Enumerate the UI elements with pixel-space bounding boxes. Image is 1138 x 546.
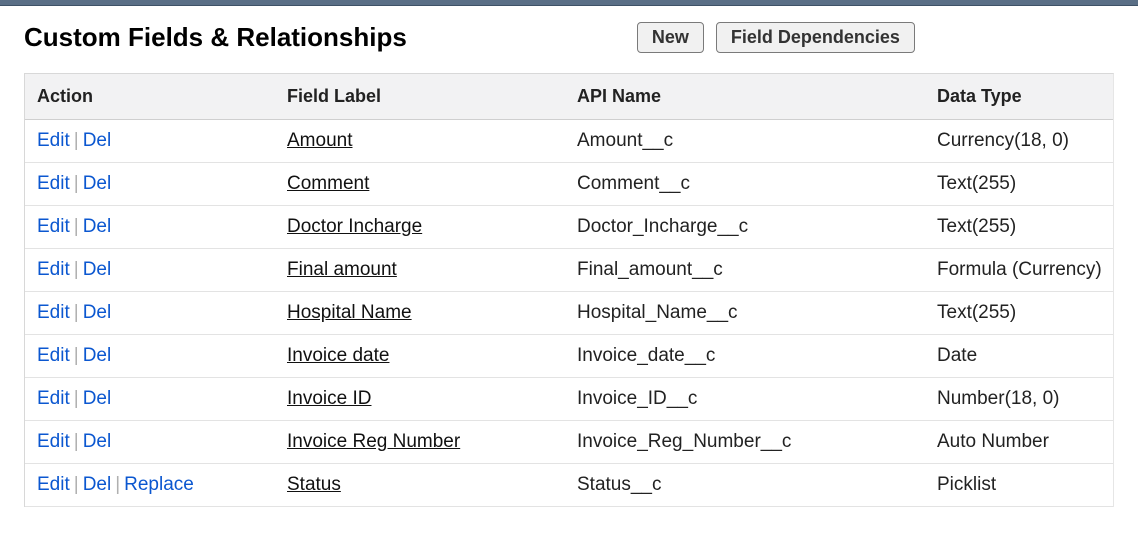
field-label-link[interactable]: Final amount [287,259,397,280]
edit-link[interactable]: Edit [37,431,70,452]
edit-link[interactable]: Edit [37,302,70,323]
data-type-cell: Picklist [925,464,1113,507]
action-cell: Edit|Del [25,378,275,421]
action-cell: Edit|Del [25,335,275,378]
table-row: Edit|Del Hospital Name Hospital_Name__cTex… [25,292,1113,335]
del-link[interactable]: Del [83,216,112,237]
del-link[interactable]: Del [83,431,112,452]
data-type-cell: Formula (Currency) [925,249,1113,292]
action-separator: | [74,302,79,323]
field-label-cell: Invoice date [275,335,565,378]
table-header-row: Action Field Label API Name Data Type [25,74,1113,120]
api-name-cell: Hospital_Name__c [565,292,925,335]
api-name-cell: Comment__c [565,163,925,206]
field-label-cell: Comment [275,163,565,206]
table-row: Edit|Del Invoice Reg Number Invoice_Reg_Nu… [25,421,1113,464]
api-name-cell: Invoice_ID__c [565,378,925,421]
edit-link[interactable]: Edit [37,474,70,495]
action-cell: Edit|Del [25,163,275,206]
data-type-cell: Text(255) [925,163,1113,206]
action-separator: | [74,388,79,409]
field-label-cell: Doctor Incharge [275,206,565,249]
data-type-cell: Text(255) [925,206,1113,249]
api-name-cell: Doctor_Incharge__c [565,206,925,249]
action-separator: | [74,216,79,237]
replace-link[interactable]: Replace [124,474,194,495]
field-label-cell: Hospital Name [275,292,565,335]
table-row: Edit|Del Comment Comment__cText(255) [25,163,1113,206]
api-name-cell: Invoice_Reg_Number__c [565,421,925,464]
edit-link[interactable]: Edit [37,345,70,366]
del-link[interactable]: Del [83,302,112,323]
field-label-cell: Invoice Reg Number [275,421,565,464]
action-separator: | [115,474,120,495]
field-dependencies-button[interactable]: Field Dependencies [716,22,915,53]
table-row: Edit|Del Invoice date Invoice_date__cDate [25,335,1113,378]
action-cell: Edit|Del [25,206,275,249]
action-cell: Edit|Del [25,292,275,335]
edit-link[interactable]: Edit [37,388,70,409]
action-separator: | [74,259,79,280]
field-label-link[interactable]: Invoice Reg Number [287,431,460,452]
edit-link[interactable]: Edit [37,259,70,280]
col-data-type: Data Type [925,74,1113,120]
field-label-link[interactable]: Comment [287,173,369,194]
header-buttons: New Field Dependencies [637,22,915,53]
action-separator: | [74,474,79,495]
del-link[interactable]: Del [83,130,112,151]
field-label-cell: Final amount [275,249,565,292]
col-api-name: API Name [565,74,925,120]
data-type-cell: Auto Number [925,421,1113,464]
field-label-link[interactable]: Invoice date [287,345,389,366]
table-row: Edit|Del|ReplaceStatusStatus__cPicklist [25,464,1113,507]
edit-link[interactable]: Edit [37,130,70,151]
table-row: Edit|Del Invoice ID Invoice_ID__cNumber(18… [25,378,1113,421]
data-type-cell: Text(255) [925,292,1113,335]
edit-link[interactable]: Edit [37,173,70,194]
new-button[interactable]: New [637,22,704,53]
col-field-label: Field Label [275,74,565,120]
action-separator: | [74,173,79,194]
action-separator: | [74,130,79,151]
api-name-cell: Final_amount__c [565,249,925,292]
section-title: Custom Fields & Relationships [24,22,407,53]
field-label-link[interactable]: Doctor Incharge [287,216,422,237]
del-link[interactable]: Del [83,474,112,495]
action-separator: | [74,431,79,452]
field-label-link[interactable]: Hospital Name [287,302,412,323]
fields-table-wrap: Action Field Label API Name Data Type Ed… [24,73,1114,507]
data-type-cell: Date [925,335,1113,378]
api-name-cell: Status__c [565,464,925,507]
del-link[interactable]: Del [83,388,112,409]
data-type-cell: Number(18, 0) [925,378,1113,421]
col-action: Action [25,74,275,120]
fields-table: Action Field Label API Name Data Type Ed… [25,74,1113,507]
field-label-cell: Invoice ID [275,378,565,421]
edit-link[interactable]: Edit [37,216,70,237]
action-cell: Edit|Del [25,120,275,163]
action-separator: | [74,345,79,366]
table-row: Edit|Del Doctor Incharge Doctor_Incharge__… [25,206,1113,249]
action-cell: Edit|Del [25,249,275,292]
section-header: Custom Fields & Relationships New Field … [24,22,1114,53]
field-label-link[interactable]: Invoice ID [287,388,371,409]
table-row: Edit|Del Amount Amount__cCurrency(18, 0) [25,120,1113,163]
field-label-cell: Amount [275,120,565,163]
action-cell: Edit|Del|Replace [25,464,275,507]
del-link[interactable]: Del [83,173,112,194]
del-link[interactable]: Del [83,259,112,280]
api-name-cell: Invoice_date__c [565,335,925,378]
field-label-cell: Status [275,464,565,507]
api-name-cell: Amount__c [565,120,925,163]
action-cell: Edit|Del [25,421,275,464]
field-label-link[interactable]: Amount [287,130,352,151]
section-container: Custom Fields & Relationships New Field … [0,6,1138,507]
table-row: Edit|Del Final amount Final_amount__cFormu… [25,249,1113,292]
data-type-cell: Currency(18, 0) [925,120,1113,163]
field-label-link[interactable]: Status [287,474,341,495]
del-link[interactable]: Del [83,345,112,366]
